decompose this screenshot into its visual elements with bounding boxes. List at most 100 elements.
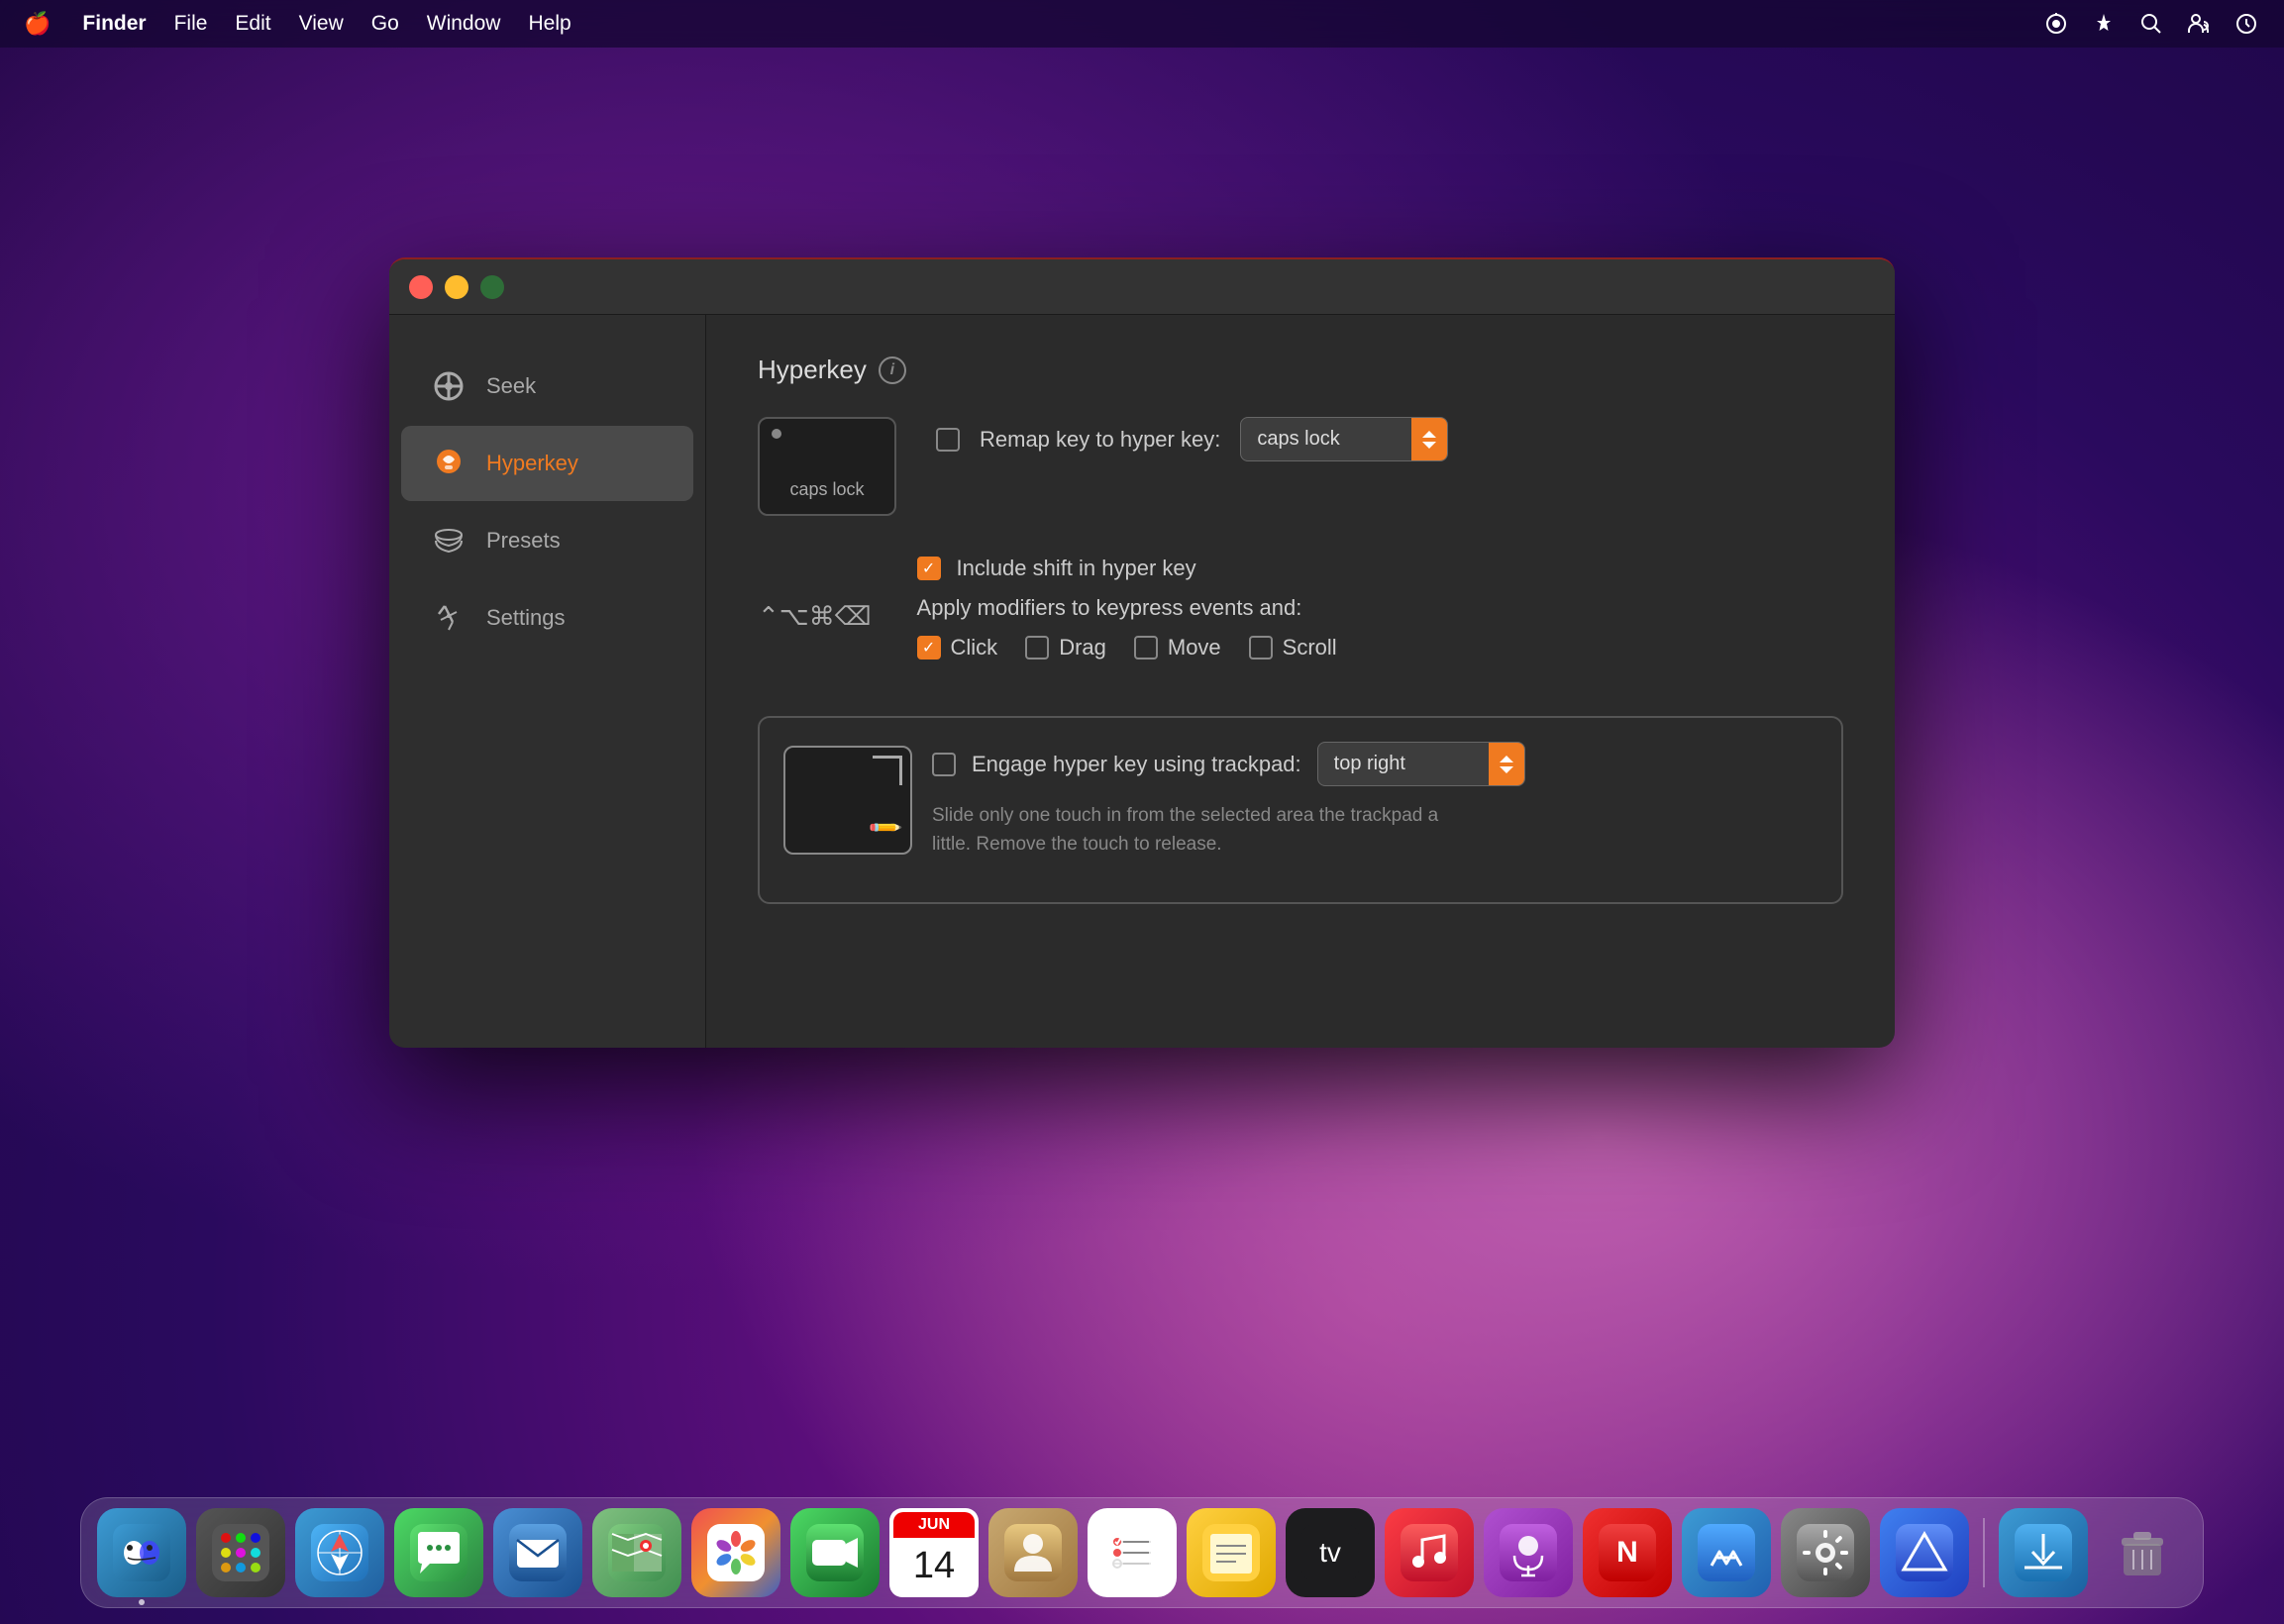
dock-item-reminders[interactable] [1088,1508,1177,1597]
dock-item-music[interactable] [1385,1508,1474,1597]
remap-label: Remap key to hyper key: [980,427,1220,453]
dock-item-appstore[interactable] [1682,1508,1771,1597]
hyperkey-icon [429,444,468,483]
dock-item-altstore[interactable] [1880,1508,1969,1597]
menubar-view[interactable]: View [299,12,344,36]
drag-checkbox[interactable] [1025,636,1049,660]
calendar-month: JUN [893,1512,975,1538]
drag-label: Drag [1059,635,1106,660]
event-click: Click [917,635,998,660]
menubar: 🍎 Finder File Edit View Go Window Help [0,0,2284,48]
trackpad-arrow-down [1500,766,1513,773]
menubar-file[interactable]: File [174,12,208,36]
dock-item-calendar[interactable]: JUN 14 [889,1508,979,1597]
modifier-symbols: ⌃⌥⌘⌫ [758,601,872,632]
trackpad-arrow-up [1500,756,1513,762]
users-icon[interactable] [2185,10,2213,38]
dock-item-messages[interactable] [394,1508,483,1597]
sidebar-item-seek[interactable]: Seek [401,349,693,424]
include-shift-label: Include shift in hyper key [957,556,1196,581]
section-title-text: Hyperkey [758,355,867,385]
caps-lock-dropdown[interactable]: caps lock [1240,417,1448,461]
scroll-checkbox[interactable] [1249,636,1273,660]
dock-item-finder[interactable] [97,1508,186,1597]
sidebar-item-presets[interactable]: Presets [401,503,693,578]
trackpad-section: ✏️ Engage hyper key using trackpad: top … [758,716,1843,904]
remap-checkbox[interactable] [936,428,960,452]
trackpad-label: Engage hyper key using trackpad: [972,752,1301,777]
menubar-window[interactable]: Window [427,12,501,36]
dock-item-launchpad[interactable] [196,1508,285,1597]
dock-item-photos[interactable] [691,1508,780,1597]
key-display-label: caps lock [789,479,864,500]
apple-menu[interactable]: 🍎 [24,11,51,37]
trackpad-hint: Slide only one touch in from the selecte… [932,802,1477,859]
remap-row: Remap key to hyper key: caps lock [936,417,1448,461]
dock-item-podcasts[interactable] [1484,1508,1573,1597]
include-shift-checkbox[interactable] [917,557,941,580]
dock-item-notes[interactable] [1187,1508,1276,1597]
finder-dot [139,1599,145,1605]
click-label: Click [951,635,998,660]
menubar-finder[interactable]: Finder [82,12,146,36]
dock-separator [1983,1518,1985,1587]
window-minimize-button[interactable] [445,275,468,299]
trackpad-pencil-icon: ✏️ [866,809,903,847]
trackpad-position-value: top right [1318,743,1489,785]
seek-icon [429,366,468,406]
sidebar-item-settings[interactable]: Settings [401,580,693,656]
window-titlebar [389,259,1895,315]
menubar-help[interactable]: Help [528,12,571,36]
window-maximize-button[interactable] [480,275,504,299]
sidebar-item-hyperkey[interactable]: Hyperkey [401,426,693,501]
window-body: Seek Hyperkey [389,315,1895,1048]
window-close-button[interactable] [409,275,433,299]
presets-icon [429,521,468,560]
key-display: caps lock [758,417,896,516]
hyperkey-visual-row: caps lock Remap key to hyper key: caps l… [758,417,1843,516]
move-checkbox[interactable] [1134,636,1158,660]
click-checkbox[interactable] [917,636,941,660]
dock-item-news[interactable]: N [1583,1508,1672,1597]
dock-item-contacts[interactable] [988,1508,1078,1597]
sonarr-icon[interactable] [2042,10,2070,38]
main-content: Hyperkey i caps lock Remap key to hyper … [706,315,1895,1048]
trackpad-checkbox[interactable] [932,753,956,776]
dock: JUN 14 [80,1497,2204,1608]
include-shift-option: Include shift in hyper key [917,556,1337,581]
trackpad-corner-indicator [873,756,902,785]
svg-text:N: N [1616,1536,1638,1569]
event-move: Move [1134,635,1221,660]
trackpad-dropdown-arrows[interactable] [1489,743,1524,785]
sidebar-hyperkey-label: Hyperkey [486,451,578,476]
calendar-day: 14 [913,1538,955,1593]
sidebar-presets-label: Presets [486,528,561,554]
key-dot [772,429,781,439]
clock-icon[interactable] [2232,10,2260,38]
dock-item-trash[interactable] [2098,1508,2187,1597]
svg-text:tv: tv [1319,1537,1341,1568]
menubar-edit[interactable]: Edit [235,12,270,36]
pin-icon[interactable] [2090,10,2118,38]
dock-item-downloads[interactable] [1999,1508,2088,1597]
menubar-left: 🍎 Finder File Edit View Go Window Help [24,11,571,37]
caps-lock-arrow-up [1422,431,1436,438]
menubar-go[interactable]: Go [371,12,399,36]
caps-lock-value: caps lock [1241,418,1411,460]
dock-item-mail[interactable] [493,1508,582,1597]
dock-item-maps[interactable] [592,1508,681,1597]
move-label: Move [1168,635,1221,660]
event-scroll: Scroll [1249,635,1337,660]
sidebar: Seek Hyperkey [389,315,706,1048]
dock-item-safari[interactable] [295,1508,384,1597]
section-title-row: Hyperkey i [758,355,1843,385]
info-icon[interactable]: i [879,356,906,384]
caps-lock-dropdown-arrows[interactable] [1411,418,1447,460]
app-window: Seek Hyperkey [389,257,1895,1048]
dock-item-facetime[interactable] [790,1508,880,1597]
dock-item-syspref[interactable] [1781,1508,1870,1597]
caps-lock-arrow-down [1422,442,1436,449]
dock-item-appletv[interactable]: tv [1286,1508,1375,1597]
search-icon[interactable] [2137,10,2165,38]
trackpad-position-dropdown[interactable]: top right [1317,742,1525,786]
